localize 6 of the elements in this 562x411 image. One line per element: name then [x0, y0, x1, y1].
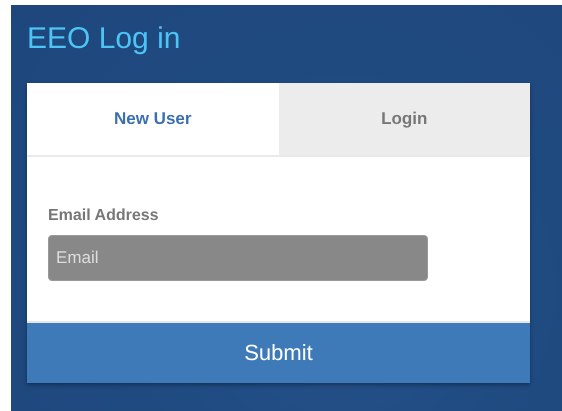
field-label: Email Address — [48, 207, 160, 225]
page-title: EEO Log in — [27, 21, 182, 57]
tab[interactable]: Login — [278, 83, 530, 155]
submit-button[interactable]: Submit — [27, 321, 530, 383]
tab[interactable]: New User — [27, 83, 278, 155]
email-field[interactable]: Email — [48, 235, 428, 281]
